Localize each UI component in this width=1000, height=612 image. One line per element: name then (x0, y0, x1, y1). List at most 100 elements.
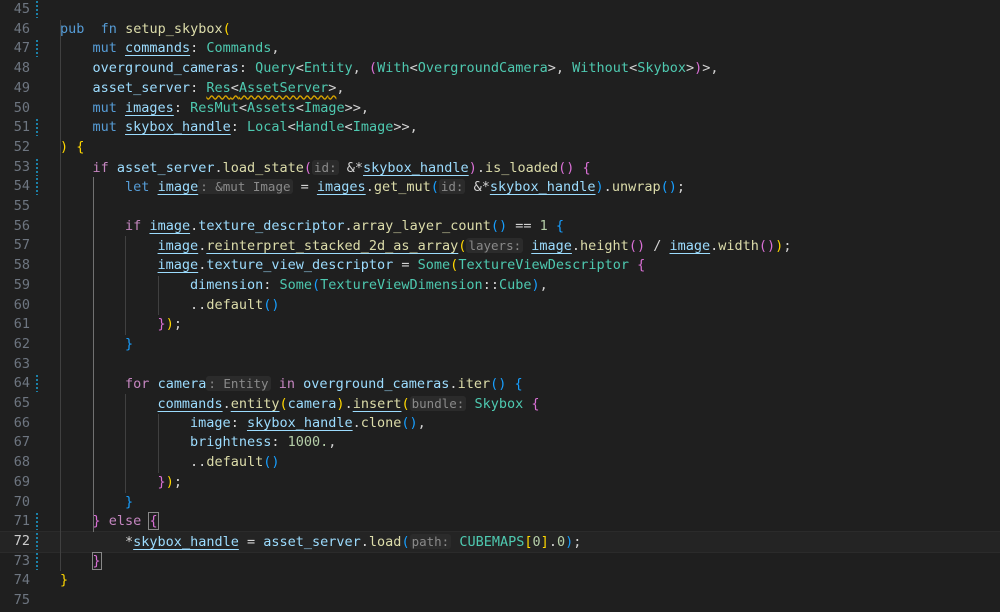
line-number: 74 (13, 572, 30, 589)
code-token: { (148, 512, 159, 531)
indent-guide (92, 177, 94, 532)
code-token: . (214, 159, 223, 176)
code-token: Without (572, 60, 630, 77)
code-line[interactable]: 45 (0, 0, 1000, 20)
code-line[interactable]: 75 (0, 591, 1000, 611)
code-token: width (718, 238, 759, 255)
code-line[interactable]: 60 ..default() (0, 296, 1000, 316)
code-line[interactable]: 66 image: skybox_handle.clone(), (0, 414, 1000, 434)
code-line[interactable]: 52) { (0, 138, 1000, 158)
modified-line-marker (36, 513, 38, 531)
code-token: skybox_handle (125, 119, 231, 136)
code-token: image (531, 238, 572, 255)
code-line[interactable]: 58 image.texture_view_descriptor = Some(… (0, 256, 1000, 276)
code-token: image (190, 414, 231, 431)
code-token: ) (165, 316, 174, 333)
code-token: . (571, 238, 581, 255)
code-token: overground_cameras (303, 376, 450, 393)
line-number: 47 (13, 40, 30, 57)
line-number: 49 (13, 79, 30, 96)
code-token: . (360, 533, 369, 550)
code-line[interactable]: 67 brightness: 1000., (0, 433, 1000, 453)
code-token: fn (100, 20, 117, 37)
code-token: . (222, 396, 231, 412)
code-line[interactable]: 64 for camera: Entity in overground_came… (0, 374, 1000, 394)
code-line[interactable]: 55 (0, 197, 1000, 217)
code-token: if (92, 159, 109, 176)
inlay-hint: id: (438, 179, 466, 195)
inlay-hint: id: (312, 159, 339, 175)
code-token: height (580, 238, 629, 255)
code-text: brightness: 1000., (60, 433, 336, 453)
code-token: . (476, 159, 485, 176)
code-token: [ (524, 533, 533, 550)
code-token: ( (401, 533, 410, 550)
code-token: >>, (393, 119, 418, 136)
code-text: } (60, 551, 102, 572)
code-line[interactable]: 73 } (0, 551, 1000, 572)
code-token: mut (92, 40, 117, 57)
code-line[interactable]: 69 }); (0, 473, 1000, 493)
inlay-hint: bundle: (409, 396, 467, 411)
indent-guide (60, 19, 61, 572)
code-token: : (263, 276, 280, 293)
code-token: < (629, 60, 638, 77)
code-token: Image (303, 99, 345, 116)
code-line[interactable]: 49 asset_server: Res<AssetServer>, (0, 79, 1000, 99)
code-token: { (531, 396, 540, 412)
code-token: } (157, 473, 166, 490)
inlay-hint: path: (409, 533, 452, 549)
code-line[interactable]: 61 }); (0, 315, 1000, 335)
code-editor[interactable]: 45 46 pub fn setup_skybox(47 mut commands:… (0, 0, 1000, 612)
code-token: pub (60, 20, 85, 37)
code-token: = (238, 533, 264, 550)
code-token: skybox_handle (133, 533, 239, 550)
line-number: 67 (13, 434, 30, 451)
code-token: Some (279, 276, 312, 293)
code-token: ; (676, 179, 685, 196)
code-line[interactable]: 65 commands.entity(camera).insert(bundle… (0, 394, 1000, 414)
code-token: OvergroundCamera (417, 60, 548, 77)
code-line[interactable]: 59 dimension: Some(TextureViewDimension:… (0, 276, 1000, 296)
code-line[interactable]: 62 } (0, 335, 1000, 355)
code-token: array_layer_count (352, 217, 491, 234)
line-number: 68 (13, 454, 30, 471)
code-token: : (190, 79, 207, 96)
code-line[interactable]: 70 } (0, 493, 1000, 513)
line-number: 54 (13, 178, 30, 195)
code-text: dimension: Some(TextureViewDimension::Cu… (60, 276, 548, 296)
code-line[interactable]: 63 (0, 355, 1000, 375)
code-token: ) (165, 473, 174, 490)
code-token: image (669, 238, 711, 255)
code-line[interactable]: 68 ..default() (0, 453, 1000, 473)
code-token: Query (255, 60, 296, 77)
code-token: default (206, 296, 264, 313)
line-number: 59 (13, 276, 30, 293)
code-line[interactable]: 46 pub fn setup_skybox( (0, 20, 1000, 40)
code-line[interactable]: 56 if image.texture_descriptor.array_lay… (0, 217, 1000, 237)
code-token: Skybox (637, 60, 686, 77)
line-number: 64 (13, 375, 30, 392)
code-token: ) (60, 138, 69, 155)
code-line[interactable]: 57 image. reinterpret_stacked_2d_as_array… (0, 236, 1000, 256)
code-line[interactable]: 53 if asset_server.load_state(id: &*skyb… (0, 158, 1000, 178)
code-token: >>, (344, 99, 369, 116)
code-token: ( (368, 60, 378, 77)
code-text: image.reinterpret_stacked_2d_as_array(la… (60, 236, 791, 257)
code-token: : (238, 60, 256, 77)
code-token: . (344, 217, 353, 234)
code-line[interactable]: 50 mut images: ResMut<Assets<Image>>, (0, 99, 1000, 119)
code-line[interactable]: 54 let image: &mut Image = images.get_mu… (0, 177, 1000, 197)
code-line[interactable]: 74} (0, 571, 1000, 591)
code-token: load_state (222, 159, 304, 176)
code-line[interactable]: 48 overground_cameras: Query<Entity, (Wi… (0, 59, 1000, 79)
code-line[interactable]: 72 *skybox_handle = asset_server.load(pa… (0, 530, 1000, 553)
code-line[interactable]: 51 mut skybox_handle: Local<Handle<Image… (0, 118, 1000, 138)
code-text: for camera: Entity in overground_cameras… (60, 374, 523, 395)
code-line[interactable]: 47 mut commands: Commands, (0, 39, 1000, 59)
code-token: let (125, 179, 150, 196)
code-token: ) (565, 533, 574, 550)
code-line[interactable]: 71 } else { (0, 512, 1000, 532)
